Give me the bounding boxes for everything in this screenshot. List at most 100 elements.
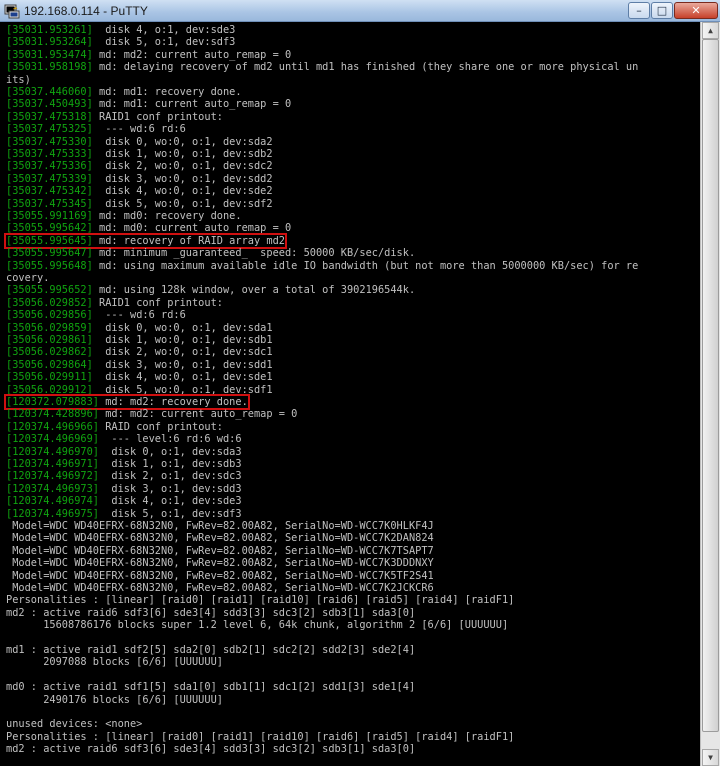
log-timestamp: [35037.475333] bbox=[6, 148, 93, 160]
log-message: md: md1: current auto_remap = 0 bbox=[92, 98, 292, 111]
terminal-line: [35037.475318] RAID1 conf printout: bbox=[6, 111, 223, 123]
terminal-output[interactable]: [35031.953261] disk 4, o:1, dev:sde3 [350… bbox=[0, 22, 700, 766]
log-message: md2 : active raid6 sdf3[6] sde3[4] sdd3[… bbox=[6, 606, 416, 619]
terminal-line: 15608786176 blocks super 1.2 level 6, 64… bbox=[6, 619, 508, 631]
log-message: disk 2, wo:0, o:1, dev:sdc2 bbox=[92, 160, 273, 173]
log-entry: Model=WDC WD40EFRX-68N32N0, FwRev=82.00A… bbox=[6, 570, 434, 582]
log-message: disk 0, wo:0, o:1, dev:sda1 bbox=[92, 321, 273, 334]
log-timestamp: [35037.475325] bbox=[6, 123, 93, 136]
log-entry: [35031.953474] md: md2: current auto_rem… bbox=[6, 49, 291, 61]
log-entry: [120374.496971] disk 1, o:1, dev:sdb3 bbox=[6, 458, 242, 470]
log-message: disk 0, wo:0, o:1, dev:sda2 bbox=[92, 135, 273, 148]
log-entry: [35056.029862] disk 2, wo:0, o:1, dev:sd… bbox=[6, 346, 273, 358]
log-message: md: using maximum available idle IO band… bbox=[92, 259, 639, 272]
log-timestamp: [120372.079883] bbox=[6, 396, 99, 408]
log-message: RAID1 conf printout: bbox=[92, 296, 223, 309]
log-message: disk 5, o:1, dev:sdf3 bbox=[92, 36, 236, 49]
log-entry: [120374.496973] disk 3, o:1, dev:sdd3 bbox=[6, 483, 242, 495]
log-message: 15608786176 blocks super 1.2 level 6, 64… bbox=[6, 619, 509, 632]
log-message: md0 : active raid1 sdf1[5] sda1[0] sdb1[… bbox=[6, 681, 416, 694]
log-timestamp: [35037.446060] bbox=[6, 86, 93, 98]
terminal-line: [35056.029911] disk 4, wo:0, o:1, dev:sd… bbox=[6, 371, 273, 383]
log-entry: 2490176 blocks [6/6] [UUUUUU] bbox=[6, 694, 223, 706]
log-timestamp: [35031.953264] bbox=[6, 36, 93, 49]
terminal-line: [35056.029856] --- wd:6 rd:6 bbox=[6, 309, 186, 321]
terminal-line: [120374.496975] disk 5, o:1, dev:sdf3 bbox=[6, 508, 242, 520]
log-message: Model=WDC WD40EFRX-68N32N0, FwRev=82.00A… bbox=[6, 532, 434, 545]
terminal-line: [35056.029862] disk 2, wo:0, o:1, dev:sd… bbox=[6, 346, 273, 358]
terminal-line: [35037.450493] md: md1: current auto_rem… bbox=[6, 98, 291, 110]
log-entry: [120374.496969] --- level:6 rd:6 wd:6 bbox=[6, 433, 242, 445]
log-entry: [35056.029852] RAID1 conf printout: bbox=[6, 297, 223, 309]
maximize-button[interactable]: □ bbox=[651, 2, 673, 19]
log-timestamp: [35037.475336] bbox=[6, 160, 93, 173]
log-timestamp: [35037.475345] bbox=[6, 197, 93, 210]
log-message: disk 4, wo:0, o:1, dev:sde2 bbox=[92, 185, 273, 198]
log-message: --- wd:6 rd:6 bbox=[92, 123, 186, 136]
terminal-line: [35055.991169] md: md0: recovery done. bbox=[6, 210, 242, 222]
scroll-down-arrow-icon[interactable]: ▼ bbox=[702, 749, 719, 766]
terminal-line: [35037.475325] --- wd:6 rd:6 bbox=[6, 123, 186, 135]
terminal-line: Model=WDC WD40EFRX-68N32N0, FwRev=82.00A… bbox=[6, 570, 434, 582]
terminal-line: [35031.953261] disk 4, o:1, dev:sde3 bbox=[6, 24, 235, 36]
log-message: md: md2: current auto_remap = 0 bbox=[92, 48, 292, 61]
log-timestamp: [35031.953261] bbox=[6, 24, 93, 36]
log-entry: 2097088 blocks [6/6] [UUUUUU] bbox=[6, 656, 223, 668]
log-timestamp: [35056.029912] bbox=[6, 383, 93, 396]
terminal-line: Personalities : [linear] [raid0] [raid1]… bbox=[6, 594, 514, 606]
log-message: md2 : active raid6 sdf3[6] sde3[4] sdd3[… bbox=[6, 743, 416, 756]
close-button[interactable]: ✕ bbox=[674, 2, 718, 19]
log-message: md: md2: recovery done. bbox=[99, 396, 248, 408]
log-timestamp: [35031.958198] bbox=[6, 61, 93, 74]
log-entry: [35055.995647] md: minimum _guaranteed_ … bbox=[6, 247, 415, 259]
terminal-line: md0 : active raid1 sdf1[5] sda1[0] sdb1[… bbox=[6, 681, 415, 693]
log-message: disk 3, o:1, dev:sdd3 bbox=[99, 482, 242, 495]
log-timestamp: [120374.496974] bbox=[6, 495, 99, 508]
log-message: disk 5, o:1, dev:sdf3 bbox=[99, 507, 242, 520]
log-entry: Model=WDC WD40EFRX-68N32N0, FwRev=82.00A… bbox=[6, 520, 434, 532]
terminal-line: covery. bbox=[6, 272, 49, 284]
log-message: Model=WDC WD40EFRX-68N32N0, FwRev=82.00A… bbox=[6, 520, 434, 532]
terminal-line: [120372.079883] md: md2: recovery done. bbox=[4, 394, 250, 410]
log-message: md: delaying recovery of md2 until md1 h… bbox=[92, 61, 639, 74]
log-message: RAID conf printout: bbox=[99, 420, 223, 433]
terminal-line: [120374.496971] disk 1, o:1, dev:sdb3 bbox=[6, 458, 242, 470]
log-message: 2490176 blocks [6/6] [UUUUUU] bbox=[6, 693, 223, 706]
log-timestamp: [35056.029859] bbox=[6, 321, 93, 334]
log-entry: [35037.475325] --- wd:6 rd:6 bbox=[6, 123, 186, 135]
log-timestamp: [35037.475339] bbox=[6, 172, 93, 185]
terminal-line: [120374.496970] disk 0, o:1, dev:sda3 bbox=[6, 446, 242, 458]
terminal-line: md2 : active raid6 sdf3[6] sde3[4] sdd3[… bbox=[6, 607, 415, 619]
log-timestamp: [120374.496972] bbox=[6, 470, 99, 483]
terminal-line: [120374.496969] --- level:6 rd:6 wd:6 bbox=[6, 433, 242, 445]
scrollbar-thumb[interactable] bbox=[702, 39, 719, 732]
log-message: disk 5, wo:0, o:1, dev:sdf1 bbox=[92, 383, 273, 396]
log-message: md: md0: current auto_remap = 0 bbox=[92, 222, 292, 235]
log-message: md: md0: recovery done. bbox=[92, 210, 242, 222]
log-entry: [35056.029911] disk 4, wo:0, o:1, dev:sd… bbox=[6, 371, 273, 383]
terminal-line: [120374.496974] disk 4, o:1, dev:sde3 bbox=[6, 495, 242, 507]
log-entry: [35037.475318] RAID1 conf printout: bbox=[6, 111, 223, 123]
terminal-line: Model=WDC WD40EFRX-68N32N0, FwRev=82.00A… bbox=[6, 520, 434, 532]
log-entry: [35037.475330] disk 0, wo:0, o:1, dev:sd… bbox=[6, 136, 273, 148]
title-bar[interactable]: 192.168.0.114 - PuTTY – □ ✕ bbox=[0, 0, 720, 22]
minimize-button[interactable]: – bbox=[628, 2, 650, 19]
log-entry: [35055.991169] md: md0: recovery done. bbox=[6, 210, 242, 222]
log-timestamp: [120374.496969] bbox=[6, 433, 99, 446]
log-entry: [35055.995648] md: using maximum availab… bbox=[6, 260, 638, 272]
log-message: Personalities : [linear] [raid0] [raid1]… bbox=[6, 594, 515, 607]
log-message: disk 3, wo:0, o:1, dev:sdd1 bbox=[92, 358, 273, 371]
log-entry: [35056.029859] disk 0, wo:0, o:1, dev:sd… bbox=[6, 322, 273, 334]
log-entry: [35055.995642] md: md0: current auto_rem… bbox=[6, 222, 291, 234]
terminal-line: Model=WDC WD40EFRX-68N32N0, FwRev=82.00A… bbox=[6, 557, 434, 569]
terminal-line: [120374.496972] disk 2, o:1, dev:sdc3 bbox=[6, 470, 242, 482]
vertical-scrollbar[interactable]: ▲ ▼ bbox=[700, 22, 720, 766]
terminal-line: unused devices: <none> bbox=[6, 718, 142, 730]
terminal-line: Model=WDC WD40EFRX-68N32N0, FwRev=82.00A… bbox=[6, 532, 434, 544]
log-message: disk 3, wo:0, o:1, dev:sdd2 bbox=[92, 172, 273, 185]
log-entry: [35031.958198] md: delaying recovery of … bbox=[6, 61, 638, 73]
terminal-line: [120374.496966] RAID conf printout: bbox=[6, 421, 223, 433]
scroll-up-arrow-icon[interactable]: ▲ bbox=[702, 22, 719, 39]
log-message: disk 1, wo:0, o:1, dev:sdb1 bbox=[92, 334, 273, 346]
window-title: 192.168.0.114 - PuTTY bbox=[24, 4, 148, 18]
